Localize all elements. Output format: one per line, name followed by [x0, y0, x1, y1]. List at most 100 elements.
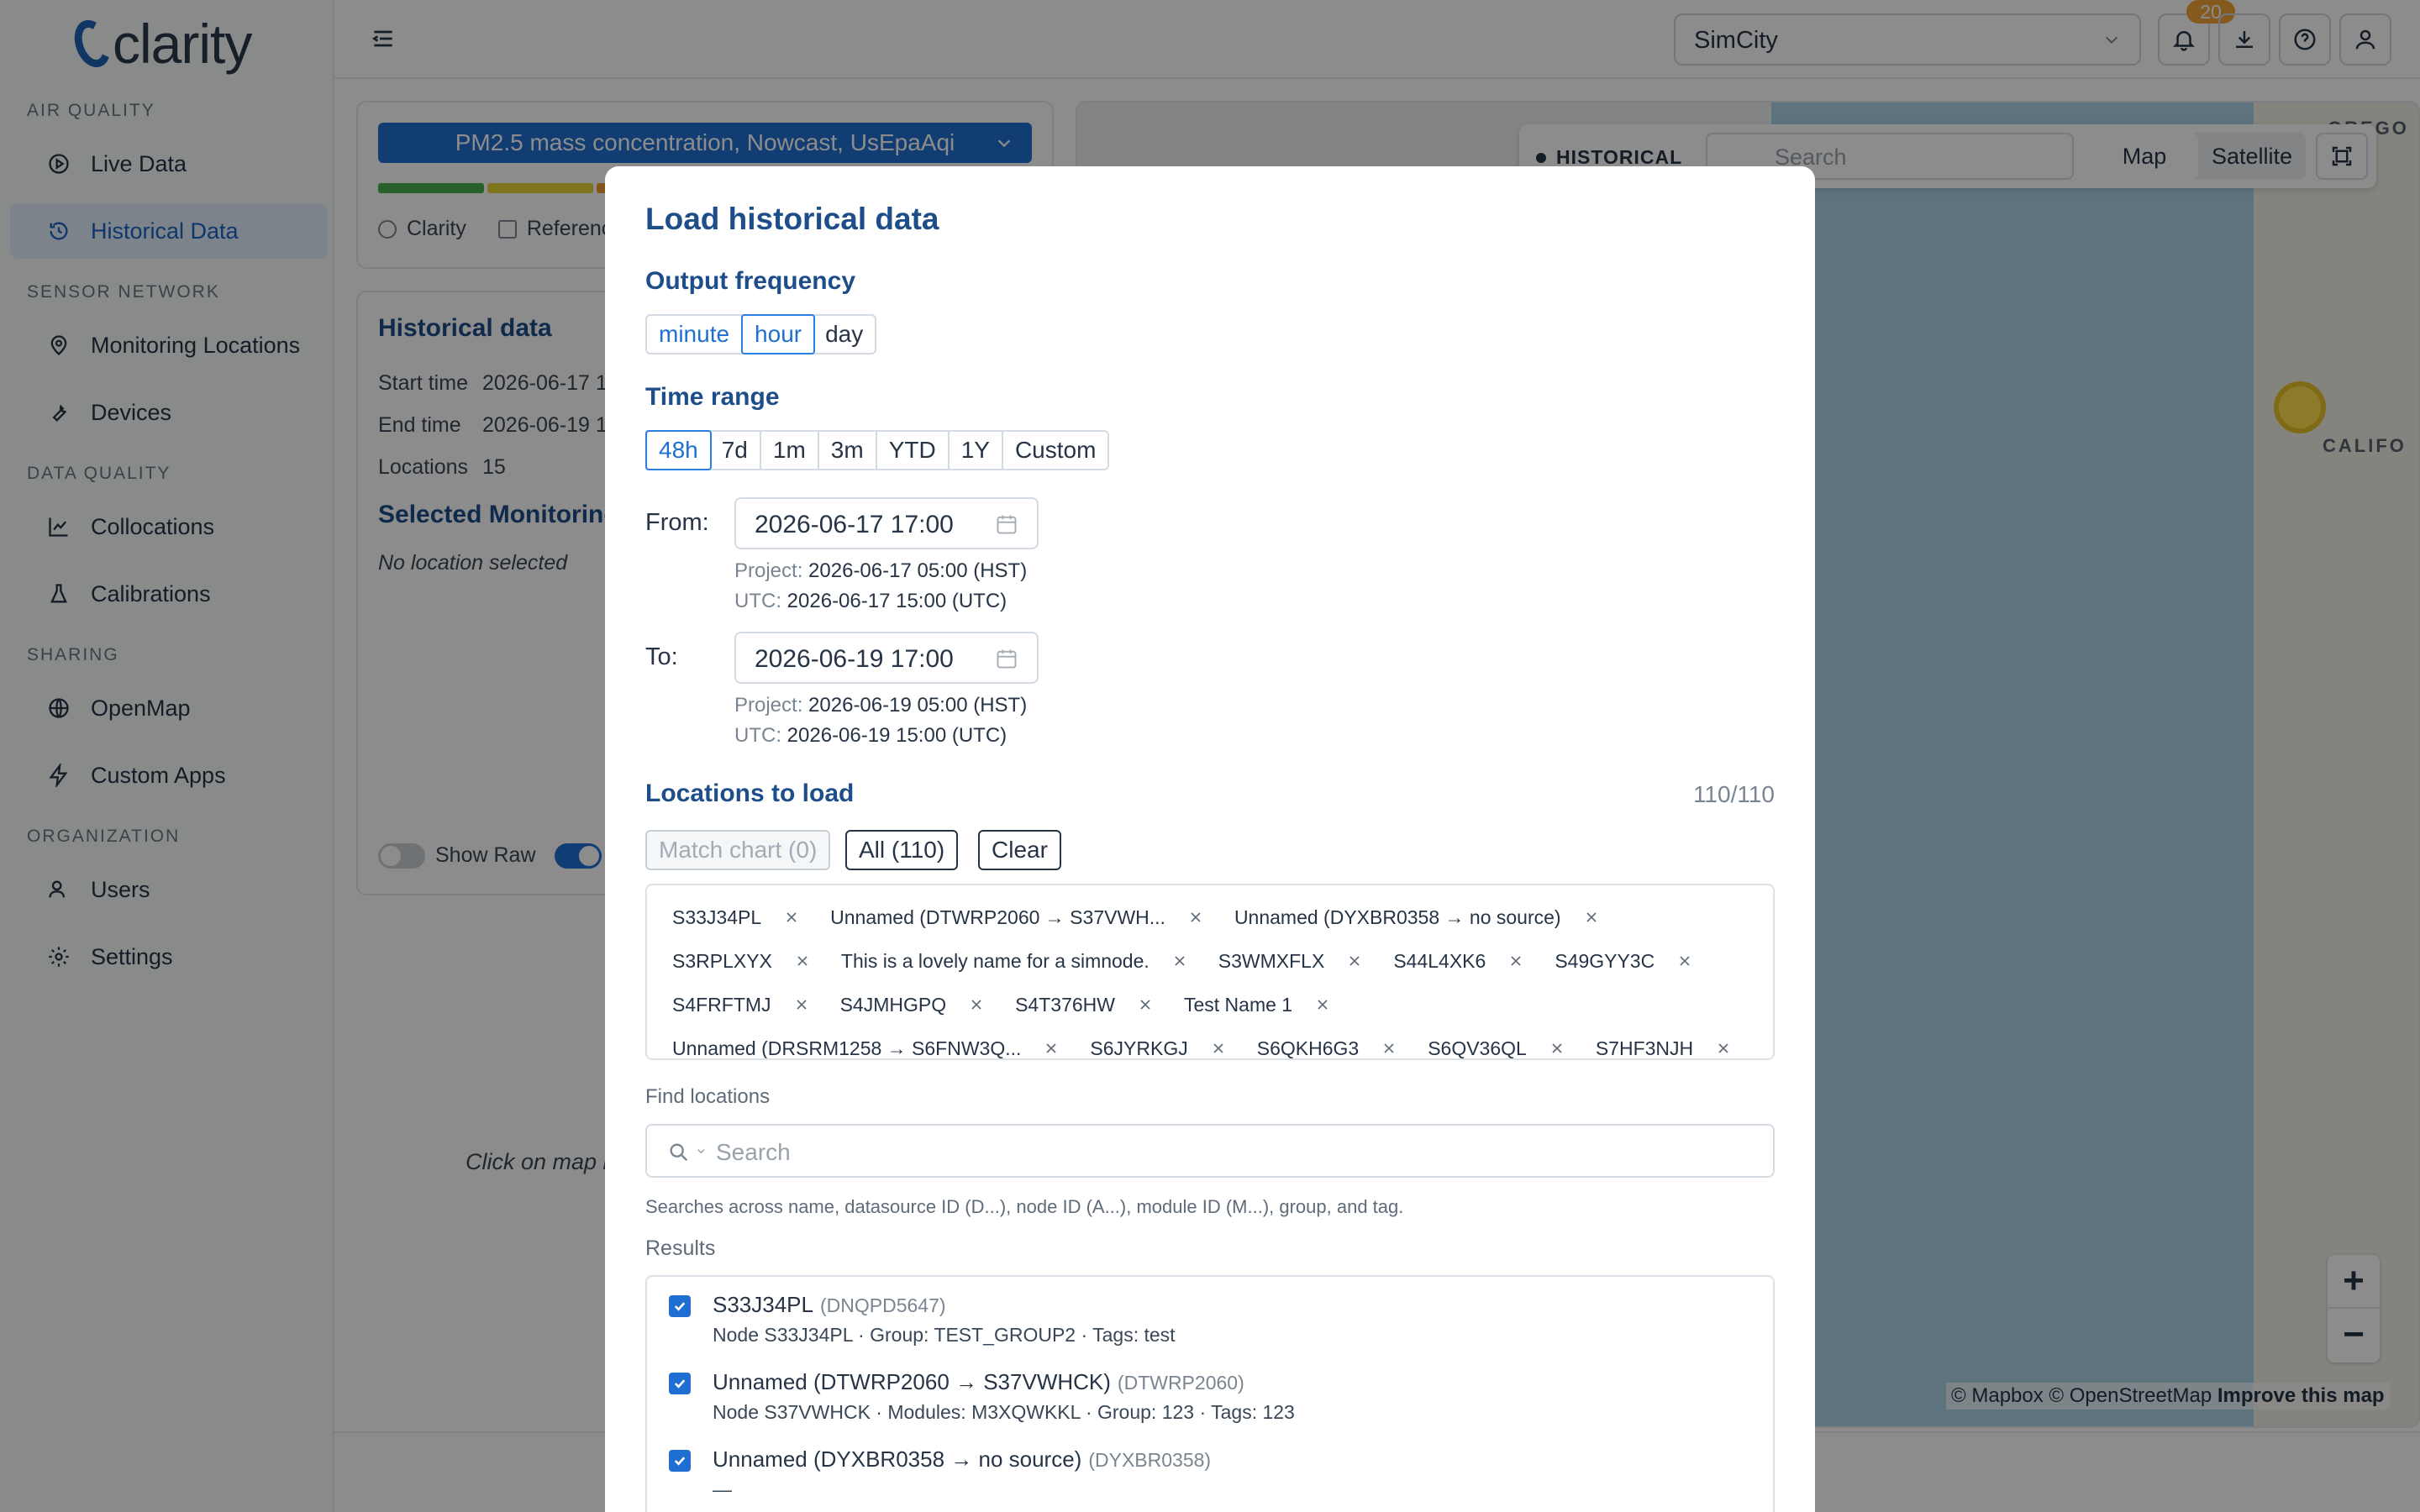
search-icon: [670, 1143, 688, 1162]
result-details: Node S37VWHCK · Modules: M3XQWKKL · Grou…: [713, 1401, 1295, 1423]
from-label: From:: [645, 509, 709, 536]
results-label: Results: [645, 1236, 716, 1260]
remove-tag-icon[interactable]: [1187, 909, 1204, 926]
clear-button[interactable]: Clear: [978, 830, 1061, 870]
find-locations-label: Find locations: [645, 1085, 771, 1108]
from-date-input[interactable]: 2026-06-17 17:00: [734, 497, 1039, 549]
result-checkbox[interactable]: [669, 1373, 691, 1394]
result-checkbox[interactable]: [669, 1450, 691, 1472]
from-utc-time: UTC: 2026-06-17 15:00 (UTC): [734, 590, 1007, 613]
find-locations-placeholder: Search: [716, 1139, 791, 1165]
location-tag-label: This is a lovely name for a simnode.: [840, 949, 1150, 972]
selected-locations-list[interactable]: S33J34PL Unnamed (DTWRP2060 → S37VWH... Un…: [645, 884, 1775, 1060]
to-utc-key: UTC:: [734, 724, 781, 747]
remove-tag-icon[interactable]: [1346, 953, 1363, 969]
location-tag-label: S6QKH6G3: [1256, 1037, 1360, 1059]
remove-tag-icon[interactable]: [793, 996, 810, 1013]
time-range-selector: 48h 7d 1m 3m YTD 1Y Custom: [645, 430, 1110, 470]
location-tag: Unnamed (DYXBR0358 → no source): [1219, 900, 1607, 934]
to-date-input[interactable]: 2026-06-19 17:00: [734, 632, 1039, 684]
remove-tag-icon[interactable]: [1676, 953, 1693, 969]
result-details: Node S33J34PL · Group: TEST_GROUP2 · Tag…: [713, 1324, 1176, 1346]
location-tag-label: Unnamed (DTWRP2060 → S37VWH...: [830, 906, 1165, 928]
from-utc-value: 2026-06-17 15:00 (UTC): [786, 590, 1007, 612]
check-icon: [674, 1457, 686, 1466]
to-project-value: 2026-06-19 05:00 (HST): [808, 694, 1028, 717]
remove-tag-icon[interactable]: [1171, 953, 1188, 969]
remove-tag-icon[interactable]: [783, 909, 800, 926]
range-1m-option[interactable]: 1m: [761, 432, 819, 469]
result-name-text: Unnamed (DTWRP2060 → S37VWHCK): [713, 1369, 1111, 1394]
from-utc-key: UTC:: [734, 590, 781, 612]
location-tag: S6QV36QL: [1413, 1032, 1572, 1059]
result-name-text: Unnamed (DYXBR0358 → no source): [713, 1446, 1082, 1472]
location-tag: S4FRFTMJ: [657, 988, 817, 1021]
remove-tag-icon[interactable]: [968, 996, 985, 1013]
remove-tag-icon[interactable]: [1507, 953, 1524, 969]
result-source-id: (DNQPD5647): [819, 1294, 946, 1316]
location-tag-label: Unnamed (DRSRM1258 → S6FNW3Q...: [672, 1037, 1022, 1059]
chevron-down-icon: ⌄: [694, 1139, 708, 1158]
result-checkbox[interactable]: [669, 1295, 691, 1317]
location-tag: S44L4XK6: [1378, 944, 1531, 978]
to-label: To:: [645, 643, 678, 670]
output-frequency-title: Output frequency: [645, 267, 856, 295]
load-historical-data-modal: Load historical data Output frequency mi…: [605, 166, 1815, 1512]
check-icon: [674, 1379, 686, 1389]
location-tag-label: Test Name 1: [1183, 993, 1293, 1016]
location-tag: S49GYY3C: [1539, 944, 1700, 978]
remove-tag-icon[interactable]: [1549, 1040, 1565, 1057]
remove-tag-icon[interactable]: [1583, 909, 1600, 926]
find-locations-search-input[interactable]: ⌄ Search: [645, 1124, 1775, 1178]
to-utc-time: UTC: 2026-06-19 15:00 (UTC): [734, 724, 1007, 748]
location-tag-label: S6JYRKGJ: [1090, 1037, 1188, 1059]
location-tag-label: S7HF3NJH: [1595, 1037, 1694, 1059]
location-tag: S33J34PL: [657, 900, 807, 934]
remove-tag-icon[interactable]: [1381, 1040, 1397, 1057]
to-project-key: Project:: [734, 694, 803, 717]
location-tag-label: S44L4XK6: [1393, 949, 1486, 972]
frequency-hour-option[interactable]: hour: [741, 314, 816, 354]
remove-tag-icon[interactable]: [1043, 1040, 1060, 1057]
result-name: Unnamed (DYXBR0358 → no source) (DYXBR035…: [713, 1446, 1211, 1473]
location-tag-label: S6QV36QL: [1428, 1037, 1527, 1059]
location-tag-label: S4T376HW: [1015, 993, 1115, 1016]
remove-tag-icon[interactable]: [794, 953, 811, 969]
frequency-day-option[interactable]: day: [813, 316, 875, 353]
location-tag-label: Unnamed (DYXBR0358 → no source): [1234, 906, 1561, 928]
to-project-time: Project: 2026-06-19 05:00 (HST): [734, 694, 1027, 717]
location-tag: S3RPLXYX: [657, 944, 818, 978]
location-tag-label: S3RPLXYX: [672, 949, 772, 972]
remove-tag-icon[interactable]: [1314, 996, 1331, 1013]
location-tag: S4T376HW: [1000, 988, 1160, 1021]
result-name-text: S33J34PL: [713, 1292, 813, 1317]
from-date-value: 2026-06-17 17:00: [755, 511, 954, 538]
match-chart-button[interactable]: Match chart (0): [645, 830, 831, 870]
location-tag: This is a lovely name for a simnode.: [826, 944, 1195, 978]
range-custom-option[interactable]: Custom: [1003, 432, 1107, 469]
result-name: Unnamed (DTWRP2060 → S37VWHCK) (DTWRP2060…: [713, 1369, 1244, 1395]
result-source-id: (DYXBR0358): [1088, 1449, 1212, 1471]
location-tag-label: S3WMXFLX: [1218, 949, 1325, 972]
from-project-time: Project: 2026-06-17 05:00 (HST): [734, 559, 1027, 583]
output-frequency-selector: minute hour day: [645, 314, 877, 354]
range-ytd-option[interactable]: YTD: [877, 432, 950, 469]
locations-count: 110/110: [1692, 781, 1775, 807]
location-tag: S3WMXFLX: [1203, 944, 1370, 978]
remove-tag-icon[interactable]: [1137, 996, 1154, 1013]
range-3m-option[interactable]: 3m: [819, 432, 877, 469]
location-tag-label: S33J34PL: [672, 906, 762, 928]
frequency-minute-option[interactable]: minute: [647, 316, 744, 353]
remove-tag-icon[interactable]: [1715, 1040, 1732, 1057]
calendar-icon: [997, 649, 1017, 669]
remove-tag-icon[interactable]: [1210, 1040, 1227, 1057]
result-name: S33J34PL (DNQPD5647): [713, 1292, 946, 1318]
range-48h-option[interactable]: 48h: [645, 430, 712, 470]
range-7d-option[interactable]: 7d: [710, 432, 761, 469]
calendar-icon: [997, 515, 1017, 534]
range-1y-option[interactable]: 1Y: [950, 432, 1003, 469]
select-all-button[interactable]: All (110): [845, 830, 959, 870]
location-tag: S7HF3NJH: [1581, 1032, 1739, 1059]
result-details: —: [713, 1478, 732, 1500]
modal-title: Load historical data: [645, 202, 939, 236]
